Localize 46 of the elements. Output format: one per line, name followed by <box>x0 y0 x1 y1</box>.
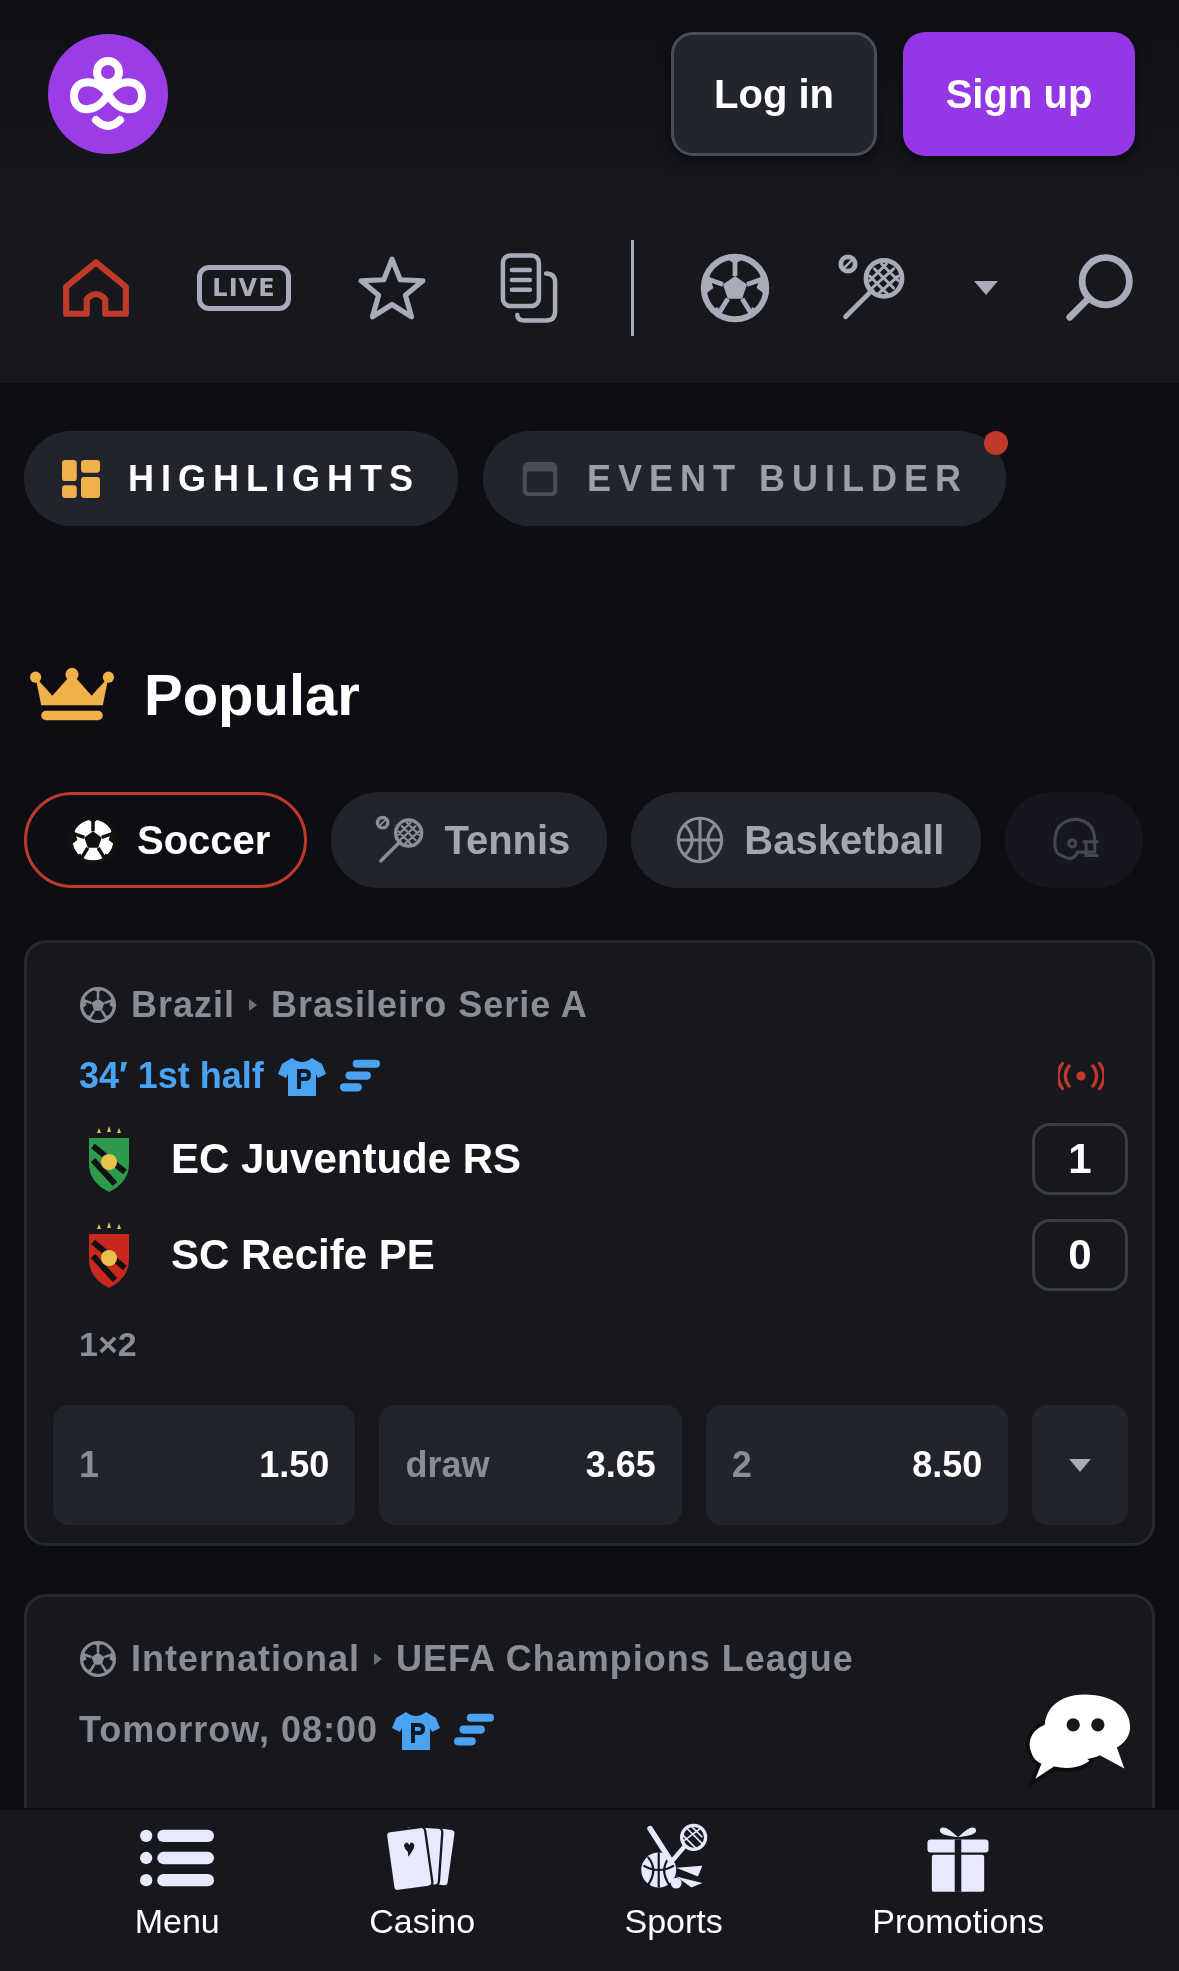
match-time: Tomorrow, 08:00 <box>79 1709 379 1751</box>
soccer-ball-icon <box>79 986 117 1024</box>
event-builder-tab[interactable]: EVENT BUILDER <box>483 431 1007 526</box>
jersey-icon <box>392 1710 441 1750</box>
score-box: 1 <box>1032 1123 1128 1195</box>
team-name: SC Recife PE <box>171 1231 436 1279</box>
sport-tab[interactable]: Basketball <box>631 792 982 888</box>
window-icon <box>521 459 559 498</box>
team-name: EC Juventude RS <box>171 1135 523 1183</box>
logo-icon[interactable] <box>48 34 168 154</box>
sport-tab[interactable]: Tennis <box>331 792 608 888</box>
live-tab[interactable]: LIVE <box>197 264 291 311</box>
crown-icon <box>30 667 114 721</box>
odds-button[interactable]: 2 8.50 <box>705 1405 1009 1525</box>
sign-up-button[interactable]: Sign up <box>903 32 1135 156</box>
sport-tab[interactable]: Soccer <box>24 792 308 888</box>
chevron-icon <box>249 999 258 1011</box>
jersey-icon <box>277 1056 326 1096</box>
log-in-button[interactable]: Log in <box>671 32 877 156</box>
bottom-nav-item[interactable]: Menu <box>128 1810 226 1971</box>
league-label[interactable]: UEFA Champions League <box>396 1638 854 1680</box>
match-card[interactable]: International UEFA Champions League Tomorrow, 08:00 <box>24 1594 1155 1808</box>
soccer-ball-icon[interactable] <box>698 251 771 324</box>
market-label: 1×2 <box>78 1325 138 1365</box>
country-label[interactable]: International <box>131 1638 361 1680</box>
match-card[interactable]: Brazil Brasileiro Serie A 34′ 1st half EC Juventude RS 1 SC Recife PE 0 1×2 1 1.50 draw 3.65 2 8.50 <box>24 940 1155 1546</box>
odds-button[interactable]: 1 1.50 <box>53 1405 356 1525</box>
caret-icon <box>1069 1458 1092 1472</box>
grid-icon <box>62 459 100 498</box>
soccer-ball-icon <box>79 1640 117 1678</box>
score-box: 0 <box>1032 1219 1128 1291</box>
caret-icon[interactable] <box>973 280 998 295</box>
odds-button[interactable]: draw 3.65 <box>379 1405 682 1525</box>
bottom-nav-item[interactable]: Promotions <box>866 1810 1051 1971</box>
league-label[interactable]: Brasileiro Serie A <box>271 984 588 1026</box>
highlights-tab[interactable]: HIGHLIGHTS <box>24 431 458 526</box>
notification-dot <box>984 431 1009 455</box>
country-label[interactable]: Brazil <box>131 984 236 1026</box>
stats-icon[interactable] <box>339 1059 380 1093</box>
bottom-nav-item[interactable]: Casino <box>363 1810 482 1971</box>
section-title: Popular <box>144 660 360 728</box>
stats-icon[interactable] <box>454 1713 495 1747</box>
chevron-icon <box>374 1653 383 1665</box>
broadcast-icon <box>1058 1062 1104 1090</box>
match-time: 34′ 1st half <box>79 1055 264 1097</box>
bottom-nav-item[interactable]: Sports <box>618 1810 729 1971</box>
